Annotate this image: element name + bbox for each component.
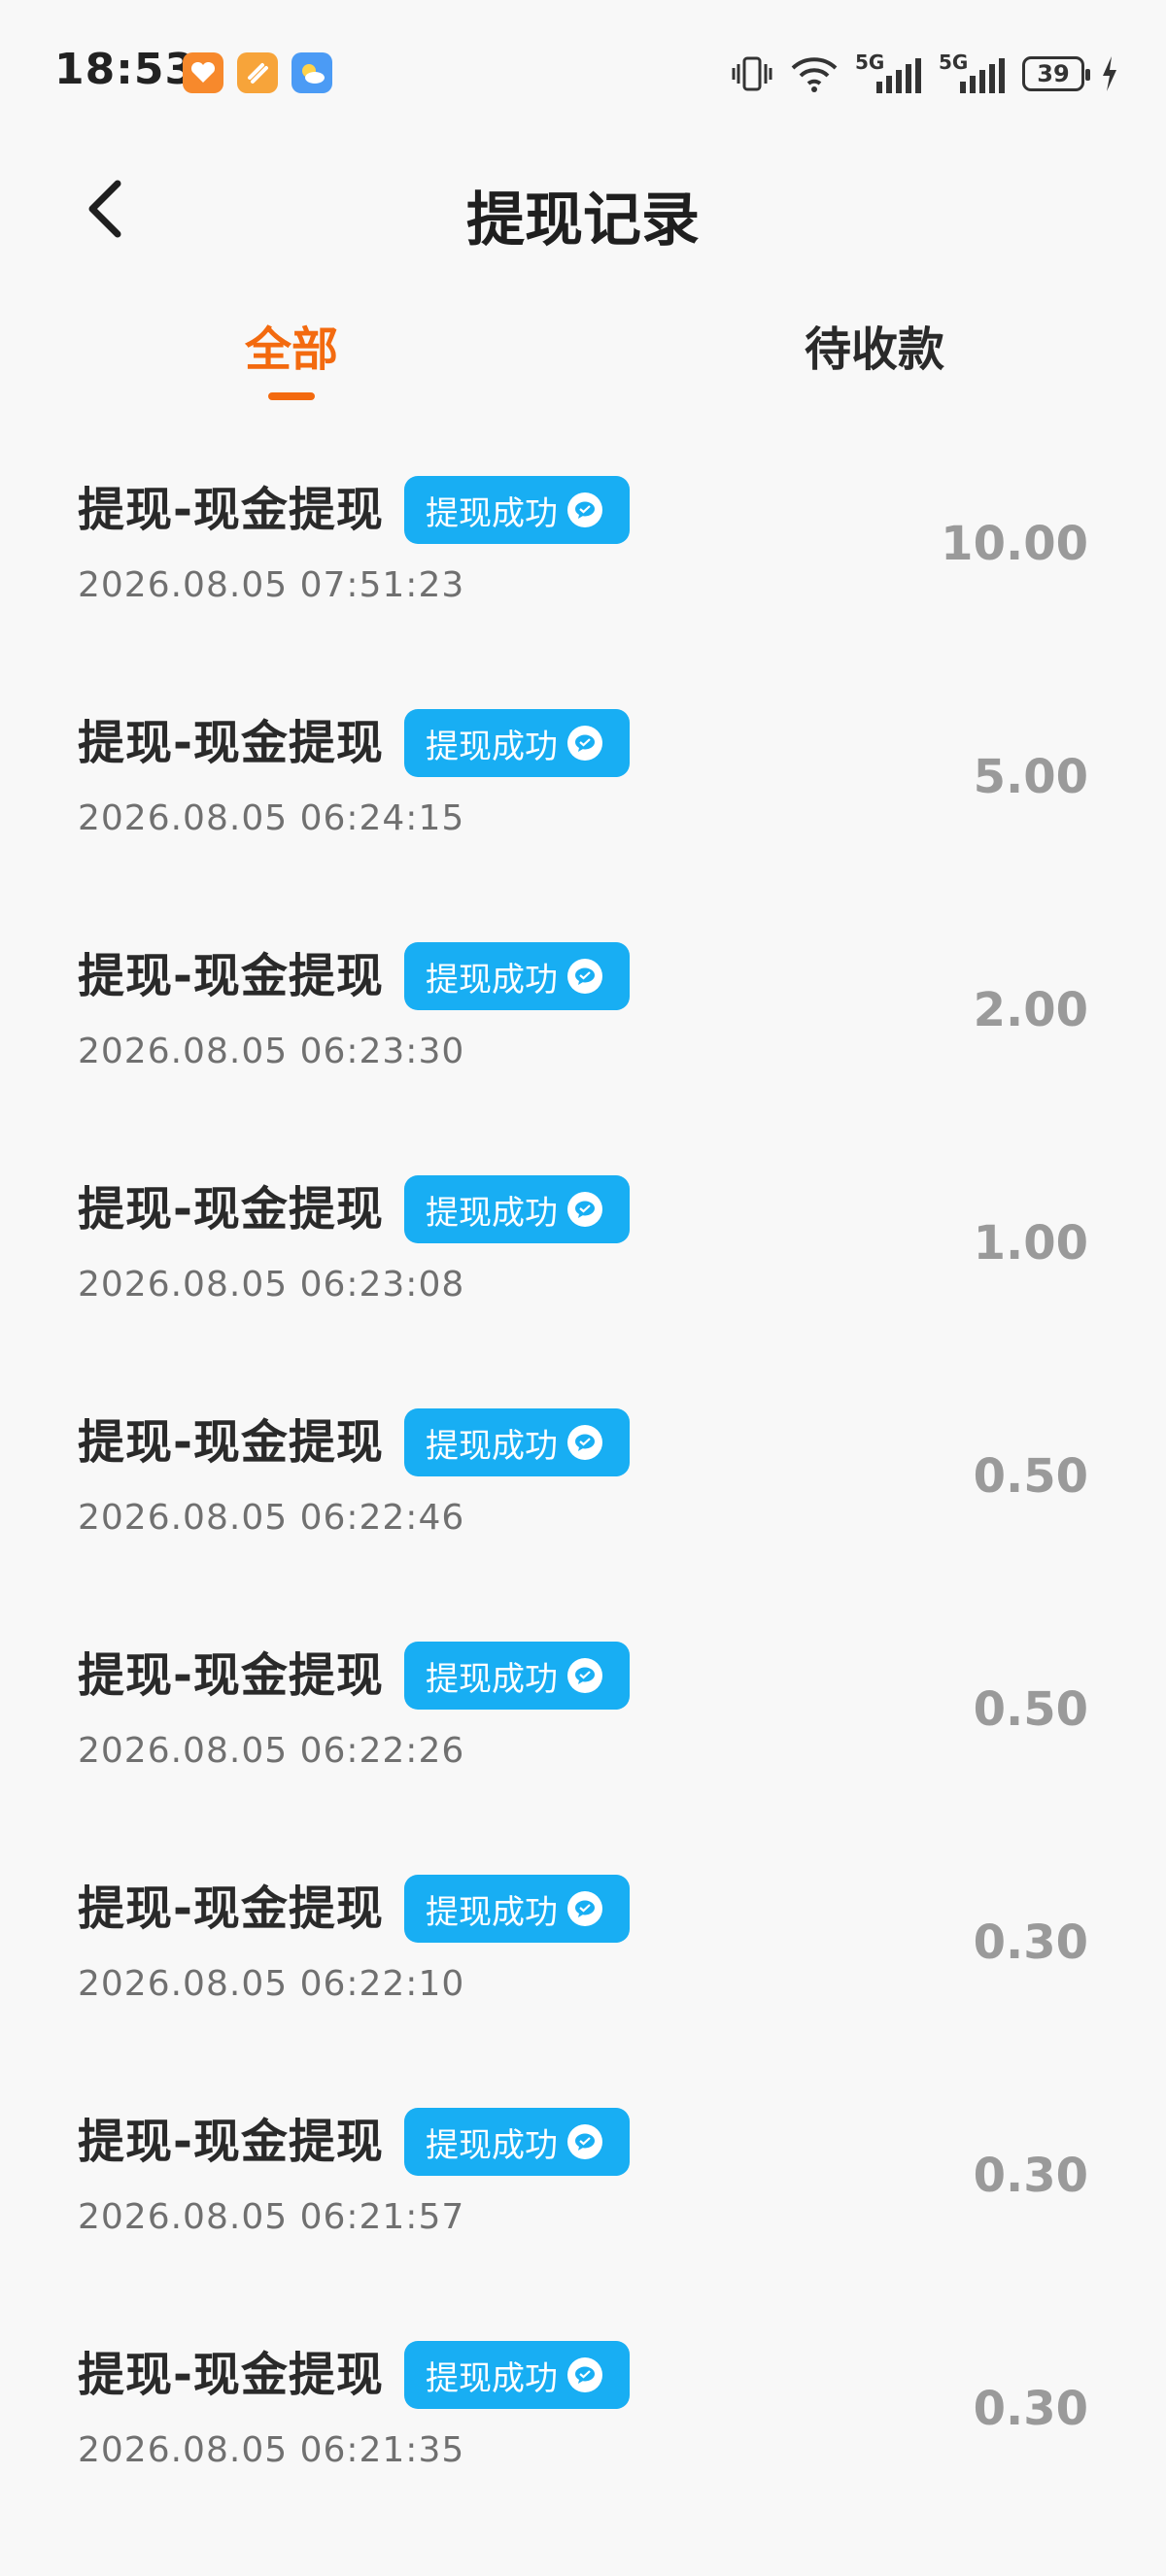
status-badge: 提现成功 [404,476,630,544]
battery-indicator: 39 [1022,56,1090,91]
system-icons: 5G 5G 39 [731,51,1119,97]
record-time: 2026.08.05 07:51:23 [78,565,465,605]
record-amount: 0.50 [973,1449,1088,1504]
list-item[interactable]: 提现-现金提现 提现成功 2026.08.05 06:21:57 0.30 [0,2059,1166,2292]
record-amount: 0.30 [973,2382,1088,2436]
status-bar: 18:53 5G 5G 39 [0,0,1166,146]
wechat-icon [567,1192,602,1227]
status-badge: 提现成功 [404,1875,630,1943]
list-item[interactable]: 提现-现金提现 提现成功 2026.08.05 06:23:30 2.00 [0,894,1166,1127]
status-text: 提现成功 [426,1892,558,1932]
status-text: 提现成功 [426,960,558,1000]
wechat-icon [567,1658,602,1693]
signal-2: 5G [939,51,1007,95]
signal-1: 5G [855,51,923,95]
wechat-icon [567,492,602,527]
record-amount: 0.30 [973,2149,1088,2203]
status-badge: 提现成功 [404,1408,630,1476]
record-title: 提现-现金提现 [78,2348,384,2402]
header: 提现记录 [0,146,1166,272]
record-time: 2026.08.05 06:22:10 [78,1964,465,2004]
signal-bars-icon [960,58,1005,93]
list-item[interactable]: 提现-现金提现 提现成功 2026.08.05 06:23:08 1.00 [0,1127,1166,1360]
list-item[interactable]: 提现-现金提现 提现成功 2026.08.05 06:22:46 0.50 [0,1360,1166,1593]
status-badge: 提现成功 [404,2341,630,2409]
wechat-icon [567,726,602,761]
record-time: 2026.08.05 06:21:35 [78,2430,465,2470]
status-text: 提现成功 [426,1426,558,1466]
list-item[interactable]: 提现-现金提现 提现成功 2026.08.05 06:22:26 0.50 [0,1593,1166,1826]
record-title: 提现-现金提现 [78,1415,384,1470]
wifi-icon [791,57,838,92]
record-amount: 0.30 [973,1915,1088,1970]
signal-bars-icon [876,58,921,93]
wechat-icon [567,1891,602,1926]
page-title: 提现记录 [466,186,700,254]
status-text: 提现成功 [426,1659,558,1699]
record-title: 提现-现金提现 [78,1648,384,1703]
status-time: 18:53 [54,45,196,94]
wechat-icon [567,2124,602,2159]
vibrate-icon [732,56,772,91]
status-badge: 提现成功 [404,2108,630,2176]
record-title: 提现-现金提现 [78,483,384,537]
record-time: 2026.08.05 06:24:15 [78,798,465,838]
record-time: 2026.08.05 06:23:30 [78,1032,465,1071]
wechat-icon [567,1425,602,1460]
active-tab-indicator [268,392,315,400]
status-badge: 提现成功 [404,1642,630,1710]
notes-app-icon [237,52,278,93]
status-text: 提现成功 [426,1193,558,1233]
list-item[interactable]: 提现-现金提现 提现成功 2026.08.05 07:51:23 10.00 [0,427,1166,661]
record-time: 2026.08.05 06:22:26 [78,1731,465,1771]
withdrawal-list: 提现-现金提现 提现成功 2026.08.05 07:51:23 10.00 提… [0,427,1166,2525]
record-title: 提现-现金提现 [78,1881,384,1936]
wechat-icon [567,2357,602,2392]
charging-icon [1103,56,1116,91]
record-title: 提现-现金提现 [78,2115,384,2169]
status-text: 提现成功 [426,2358,558,2398]
status-text: 提现成功 [426,2125,558,2165]
record-amount: 5.00 [973,750,1088,804]
status-badge: 提现成功 [404,1175,630,1243]
tab-bar: 全部 待收款 [0,291,1166,418]
wechat-icon [567,959,602,994]
list-item[interactable]: 提现-现金提现 提现成功 2026.08.05 06:24:15 5.00 [0,661,1166,894]
record-amount: 10.00 [941,517,1088,571]
list-item[interactable]: 提现-现金提现 提现成功 2026.08.05 06:21:35 0.30 [0,2292,1166,2525]
record-amount: 1.00 [973,1216,1088,1271]
record-title: 提现-现金提现 [78,949,384,1003]
tab-all[interactable]: 全部 [245,311,338,379]
record-time: 2026.08.05 06:23:08 [78,1265,465,1305]
record-time: 2026.08.05 06:22:46 [78,1498,465,1538]
tab-pending[interactable]: 待收款 [805,311,944,379]
record-amount: 2.00 [973,983,1088,1037]
status-text: 提现成功 [426,493,558,533]
record-amount: 0.50 [973,1682,1088,1737]
list-item[interactable]: 提现-现金提现 提现成功 2026.08.05 06:22:10 0.30 [0,1826,1166,2059]
record-title: 提现-现金提现 [78,1182,384,1237]
record-time: 2026.08.05 06:21:57 [78,2197,465,2237]
weather-app-icon [292,52,332,93]
status-badge: 提现成功 [404,709,630,777]
health-app-icon [183,52,223,93]
status-text: 提现成功 [426,727,558,766]
status-badge: 提现成功 [404,942,630,1010]
record-title: 提现-现金提现 [78,716,384,770]
